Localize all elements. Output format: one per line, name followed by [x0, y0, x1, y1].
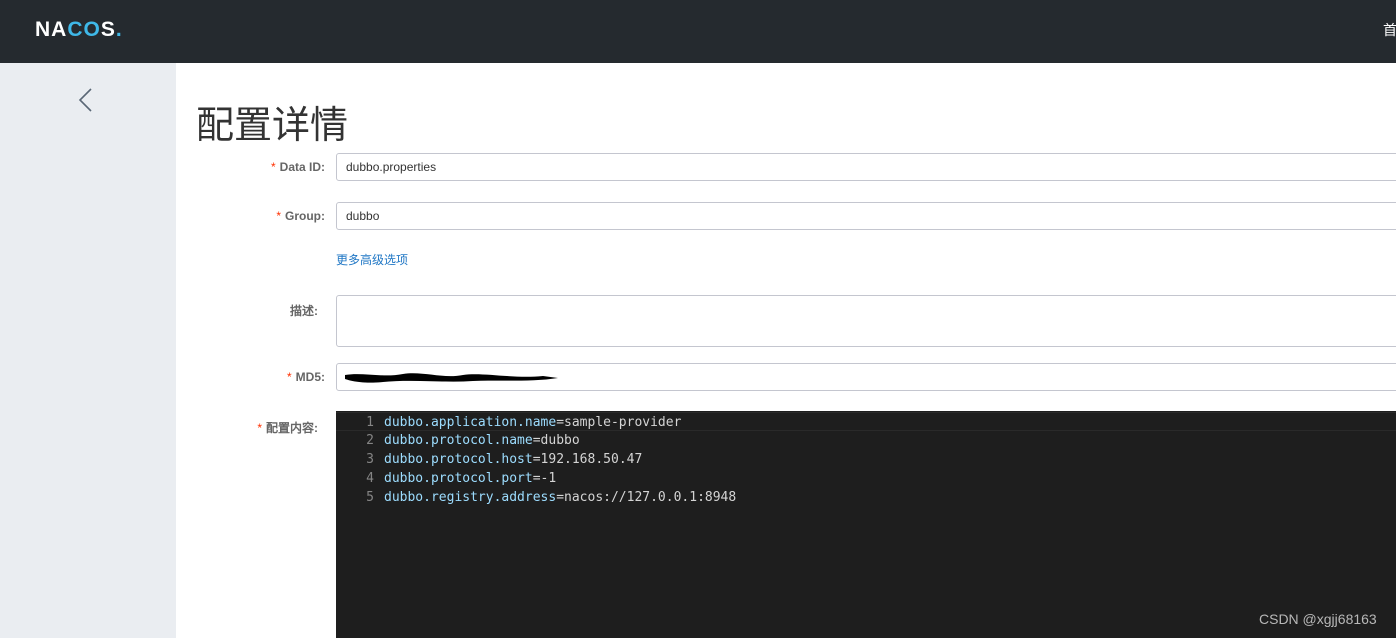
- property-value: -1: [540, 471, 557, 486]
- nav-item-home[interactable]: 首: [1383, 20, 1396, 40]
- required-mark: *: [257, 421, 262, 435]
- property-key: dubbo.application.name: [384, 415, 557, 430]
- equals-sign: =: [556, 490, 565, 505]
- chevron-left-icon[interactable]: [74, 88, 98, 112]
- code-line: 4 dubbo.protocol.port=-1: [336, 469, 1396, 488]
- top-navbar: NACOS. 首: [0, 0, 1396, 63]
- data-id-field[interactable]: dubbo.properties: [336, 153, 1396, 181]
- data-id-label: * Data ID:: [270, 160, 325, 174]
- code-line: 5 dubbo.registry.address=nacos://127.0.0…: [336, 488, 1396, 507]
- logo-text: NACOS.: [35, 18, 123, 41]
- line-number: 5: [366, 490, 374, 505]
- line-number: 3: [366, 452, 374, 467]
- redacted-scribble: [345, 373, 558, 383]
- property-value: dubbo: [540, 433, 580, 448]
- property-key: dubbo.protocol.port: [384, 471, 533, 486]
- required-mark: *: [270, 160, 276, 174]
- data-id-value: dubbo.properties: [346, 160, 437, 174]
- required-mark: *: [286, 370, 292, 384]
- property-key: dubbo.protocol.host: [384, 452, 533, 467]
- equals-sign: =: [532, 452, 541, 467]
- line-number: 4: [366, 471, 374, 486]
- code-line: 3 dubbo.protocol.host=192.168.50.47: [336, 450, 1396, 469]
- md5-label: * MD5:: [286, 370, 325, 384]
- required-mark: *: [276, 209, 281, 223]
- nacos-logo[interactable]: NACOS.: [35, 17, 123, 43]
- equals-sign: =: [556, 415, 565, 430]
- code-line: 2 dubbo.protocol.name=dubbo: [336, 431, 1396, 450]
- group-value: dubbo: [346, 209, 380, 223]
- group-field[interactable]: dubbo: [336, 202, 1396, 230]
- advanced-options-link[interactable]: 更多高级选项: [336, 251, 408, 268]
- line-number: 1: [366, 415, 374, 430]
- equals-sign: =: [532, 471, 541, 486]
- content-label: * 配置内容:: [257, 421, 318, 435]
- property-value: sample-provider: [564, 415, 682, 430]
- code-line: 1 dubbo.application.name=sample-provider: [336, 412, 1396, 431]
- sidebar: [0, 63, 176, 638]
- group-label: * Group:: [276, 209, 325, 223]
- property-value: nacos://127.0.0.1:8948: [564, 490, 737, 505]
- code-editor[interactable]: 1 dubbo.application.name=sample-provider…: [336, 411, 1396, 638]
- description-label: 描述:: [290, 304, 318, 318]
- page-title: 配置详情: [196, 103, 349, 147]
- equals-sign: =: [532, 433, 541, 448]
- line-number: 2: [366, 433, 374, 448]
- watermark: CSDN @xgjj68163: [1259, 611, 1377, 627]
- property-key: dubbo.protocol.name: [384, 433, 533, 448]
- property-key: dubbo.registry.address: [384, 490, 557, 505]
- description-field[interactable]: [336, 295, 1396, 347]
- property-value: 192.168.50.47: [540, 452, 643, 467]
